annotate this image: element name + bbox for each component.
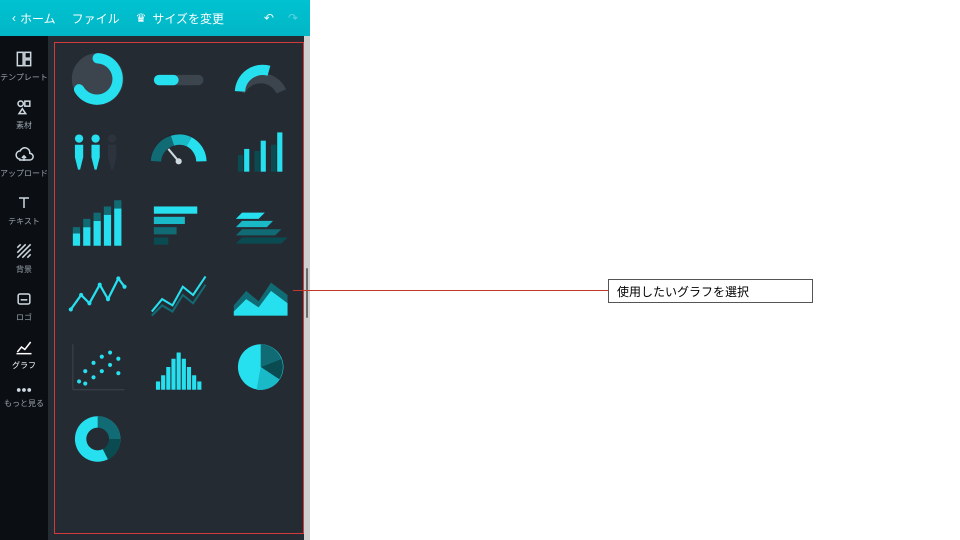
callout-text: 使用したいグラフを選択 <box>617 283 749 300</box>
chevron-left-icon: ‹ <box>12 11 16 25</box>
rail-template[interactable]: テンプレート <box>0 42 48 90</box>
rail-upload[interactable]: アップロード <box>0 138 48 186</box>
thumb-layered-bars[interactable] <box>225 192 296 254</box>
graph-grid <box>54 42 304 476</box>
side-rail: テンプレート 素材 アップロード テキスト 背景 <box>0 36 48 540</box>
file-menu[interactable]: ファイル <box>66 6 126 31</box>
thumb-gauge-dial[interactable] <box>143 120 214 182</box>
logo-icon <box>14 289 34 309</box>
editor-app: ‹ ホーム ファイル ♛サイズを変更 ↶ ↷ テンプレート 素材 <box>0 0 310 540</box>
back-button[interactable]: ‹ ホーム <box>6 6 62 31</box>
hatch-icon <box>14 241 34 261</box>
thumb-progress-ring[interactable] <box>62 48 133 110</box>
thumb-area[interactable] <box>225 264 296 326</box>
rail-background[interactable]: 背景 <box>0 234 48 282</box>
thumb-stacked-bars[interactable] <box>62 192 133 254</box>
thumb-progress-bar[interactable] <box>143 48 214 110</box>
thumb-pie[interactable] <box>225 336 296 398</box>
callout-leader <box>293 290 608 291</box>
thumb-grouped-bars[interactable] <box>225 120 296 182</box>
resize-menu[interactable]: ♛サイズを変更 <box>130 6 230 31</box>
shapes-icon <box>14 97 34 117</box>
dots-icon <box>15 385 33 395</box>
thumb-donut[interactable] <box>62 408 133 470</box>
panel-resize-handle[interactable] <box>304 36 310 540</box>
callout-box: 使用したいグラフを選択 <box>608 279 813 303</box>
rail-elements[interactable]: 素材 <box>0 90 48 138</box>
thumb-multi-line[interactable] <box>143 264 214 326</box>
thumb-half-gauge[interactable] <box>225 48 296 110</box>
thumb-histogram[interactable] <box>143 336 214 398</box>
rail-more[interactable]: もっと見る <box>0 378 48 416</box>
cloud-upload-icon <box>14 145 34 165</box>
thumb-line[interactable] <box>62 264 133 326</box>
text-icon <box>14 193 34 213</box>
crown-icon: ♛ <box>136 11 147 25</box>
graph-panel <box>48 36 310 540</box>
undo-button[interactable]: ↶ <box>258 7 280 29</box>
rail-graph[interactable]: グラフ <box>0 330 48 378</box>
rail-text[interactable]: テキスト <box>0 186 48 234</box>
thumb-pictogram[interactable] <box>62 120 133 182</box>
topbar: ‹ ホーム ファイル ♛サイズを変更 ↶ ↷ <box>0 0 310 36</box>
home-label: ホーム <box>20 10 56 27</box>
thumb-hbars[interactable] <box>143 192 214 254</box>
redo-button[interactable]: ↷ <box>282 7 304 29</box>
rail-logo[interactable]: ロゴ <box>0 282 48 330</box>
chart-line-icon <box>14 337 34 357</box>
template-icon <box>14 49 34 69</box>
thumb-scatter[interactable] <box>62 336 133 398</box>
